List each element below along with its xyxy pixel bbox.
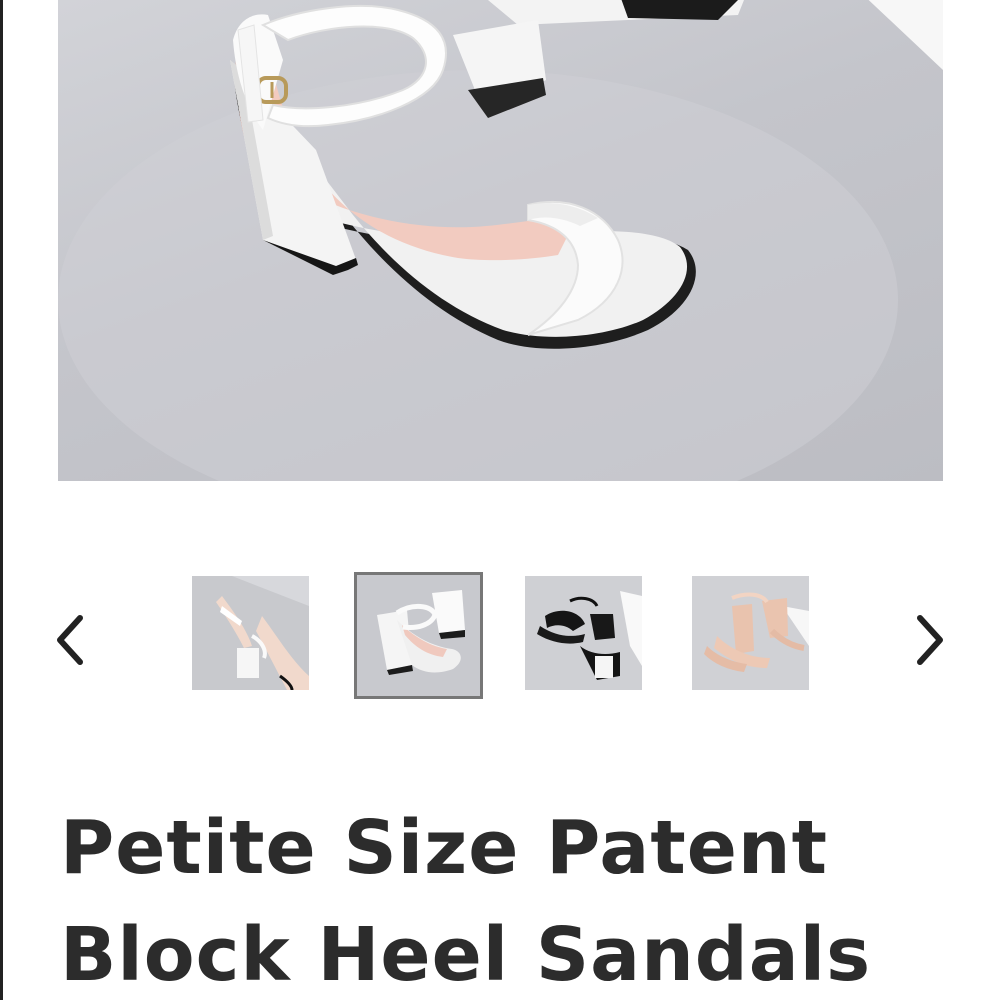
main-product-image[interactable] bbox=[58, 0, 943, 481]
gallery-prev-button[interactable] bbox=[45, 610, 95, 670]
chevron-left-icon bbox=[57, 615, 83, 665]
thumbnail-gallery bbox=[0, 560, 1000, 710]
chevron-right-icon bbox=[917, 615, 943, 665]
gallery-thumbnail-1[interactable] bbox=[192, 576, 309, 690]
gallery-thumbnail-2-selected[interactable] bbox=[354, 572, 483, 699]
product-title: Petite Size Patent Block Heel Sandals bbox=[60, 805, 872, 999]
gallery-next-button[interactable] bbox=[905, 610, 955, 670]
window-edge bbox=[0, 0, 3, 1000]
gallery-thumbnail-4[interactable] bbox=[692, 576, 809, 690]
gallery-thumbnail-3[interactable] bbox=[525, 576, 642, 690]
product-page: Petite Size Patent Block Heel Sandals bbox=[0, 0, 1000, 1000]
